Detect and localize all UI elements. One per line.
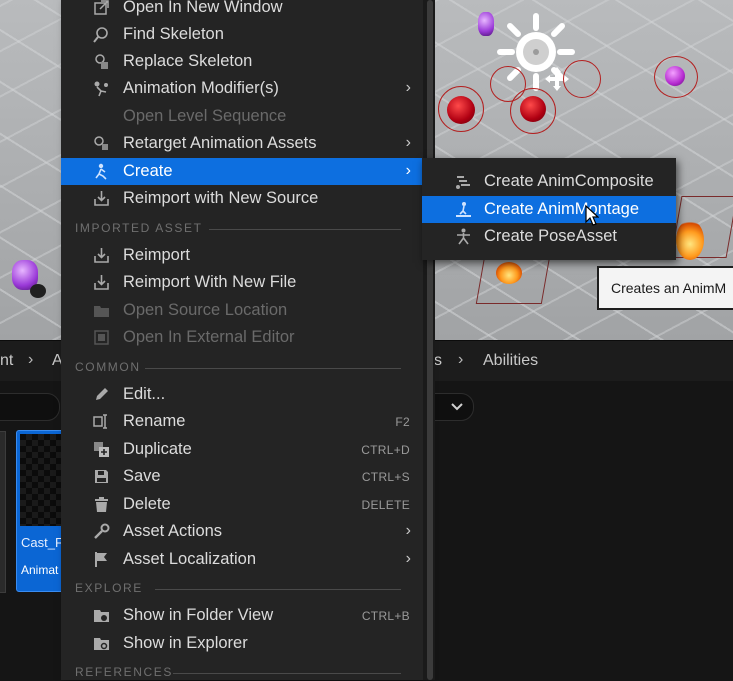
selection-sphere [654,56,698,98]
section-divider [145,368,401,369]
retarget-icon [93,135,110,152]
section-header-imported-asset: IMPORTED ASSET [75,221,415,237]
anim-composite-icon [455,173,472,190]
rename-icon [93,413,110,430]
submenu-item-create-animcomposite[interactable]: Create AnimComposite [422,168,676,195]
submenu-item-create-animmontage[interactable]: Create AnimMontage [422,196,676,223]
menu-item-save[interactable]: Save CTRL+S [61,463,423,490]
breadcrumb-item[interactable]: nt [0,352,13,370]
menu-item-find-skeleton[interactable]: Find Skeleton [61,21,423,48]
folder-view-icon [93,607,110,624]
open-window-icon [93,0,110,16]
menu-item-reimport[interactable]: Reimport [61,242,423,269]
menu-item-reimport-with-new-file[interactable]: Reimport With New File [61,269,423,296]
shadow-blob [30,284,46,298]
breadcrumb-item-current[interactable]: Abilities [483,352,538,370]
reimport-file-icon [93,274,110,291]
chevron-right-icon: › [405,522,411,539]
section-divider [173,673,401,674]
find-skeleton-icon [93,26,110,43]
anim-montage-icon [455,201,472,218]
delete-icon [93,496,110,513]
section-divider [209,229,401,230]
menu-item-open-source-location[interactable]: Open Source Location [61,297,423,324]
tooltip: Creates an AnimM [597,266,733,310]
selection-sphere [490,66,526,102]
asset-tile[interactable] [0,431,6,593]
menu-item-asset-actions[interactable]: Asset Actions › [61,518,423,545]
menu-item-show-in-explorer[interactable]: Show in Explorer [61,630,423,657]
breadcrumb-separator-icon: › [458,351,464,368]
section-header-explore: EXPLORE [75,581,415,597]
section-divider [155,589,401,590]
menu-scrollbar-thumb[interactable] [427,0,433,680]
submenu-item-create-poseasset[interactable]: Create PoseAsset [422,223,676,250]
breadcrumb-item[interactable]: s [434,352,442,370]
menu-item-open-in-external-editor[interactable]: Open In External Editor [61,324,423,351]
context-menu: Open In New Window Find Skeleton Replace… [61,0,423,680]
menu-item-retarget-animation-assets[interactable]: Retarget Animation Assets › [61,130,423,157]
animation-modifier-icon [93,80,110,97]
filter-combo[interactable] [0,393,60,421]
menu-item-delete[interactable]: Delete DELETE [61,491,423,518]
edit-icon [93,386,110,403]
duplicate-icon [93,441,110,458]
fire-effect [676,220,704,260]
selection-sphere [438,86,484,132]
explorer-icon [93,635,110,652]
fire-effect [496,262,522,284]
pose-asset-icon [455,228,472,245]
reimport-icon [93,247,110,264]
wrench-icon [93,523,110,540]
menu-item-open-in-new-window[interactable]: Open In New Window [61,0,423,21]
purple-crystal-actor[interactable] [478,12,494,36]
flag-icon [93,551,110,568]
menu-item-rename[interactable]: Rename F2 [61,408,423,435]
tooltip-text: Creates an AnimM [611,280,727,296]
replace-skeleton-icon [93,53,110,70]
menu-item-reimport-with-new-source[interactable]: Reimport with New Source [61,185,423,212]
create-submenu: Create AnimComposite Create AnimMontage … [422,158,676,260]
reimport-icon [93,190,110,207]
menu-item-show-in-folder-view[interactable]: Show in Folder View CTRL+B [61,602,423,629]
menu-item-replace-skeleton[interactable]: Replace Skeleton [61,48,423,75]
chevron-right-icon: › [405,550,411,567]
menu-item-duplicate[interactable]: Duplicate CTRL+D [61,436,423,463]
menu-item-open-level-sequence[interactable]: Open Level Sequence [61,103,423,130]
chevron-down-icon [451,403,463,411]
menu-item-animation-modifiers[interactable]: Animation Modifier(s) › [61,75,423,102]
mouse-cursor-icon [585,205,599,226]
menu-item-edit[interactable]: Edit... [61,381,423,408]
chevron-right-icon: › [405,79,411,96]
chevron-right-icon: › [405,134,411,151]
external-editor-icon [93,329,110,346]
save-icon [93,468,110,485]
menu-item-create[interactable]: Create › [61,158,423,185]
section-header-common: COMMON [75,360,415,376]
create-anim-icon [93,163,110,180]
menu-item-asset-localization[interactable]: Asset Localization › [61,546,423,573]
breadcrumb-separator-icon: › [28,351,34,368]
selection-sphere [563,60,601,98]
section-header-references: REFERENCES [75,665,415,681]
chevron-right-icon: › [405,162,411,179]
folder-icon [93,302,110,319]
